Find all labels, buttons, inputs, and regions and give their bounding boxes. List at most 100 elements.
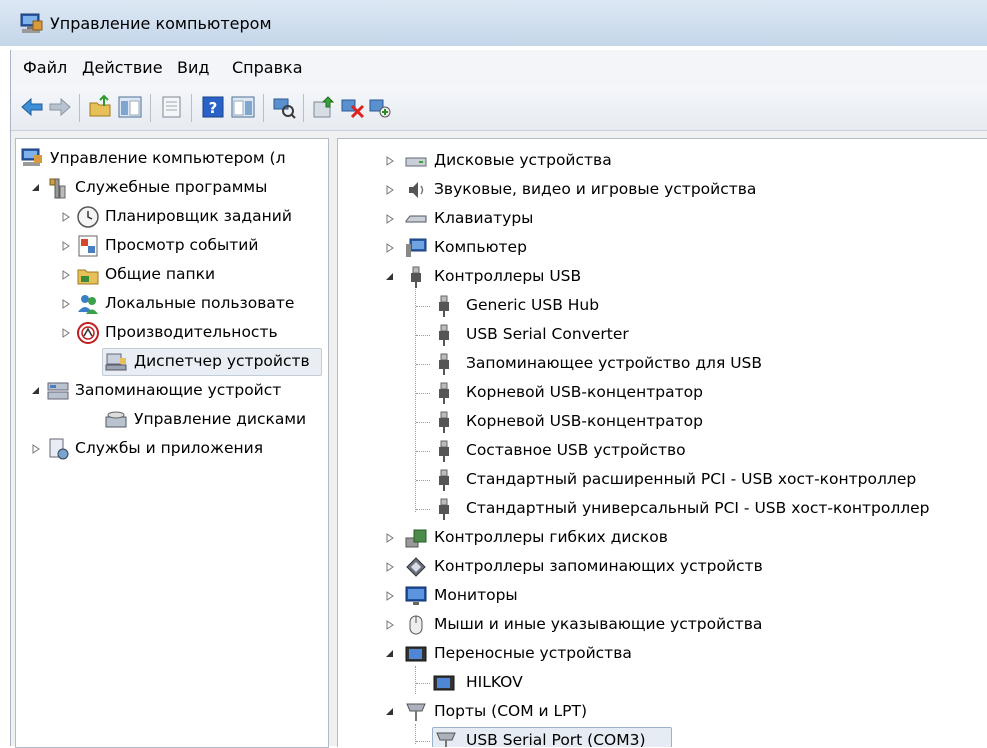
tree-connector [416, 306, 430, 307]
toolbar-separator [303, 94, 304, 122]
collapsed-triangle-icon[interactable] [60, 298, 72, 310]
device-label: Generic USB Hub [466, 296, 600, 314]
device-usb-composite[interactable]: Составное USB устройство [416, 437, 978, 465]
toolbar: ? [11, 86, 987, 131]
collapsed-triangle-icon[interactable] [384, 213, 396, 225]
device-usb-ehci-controller[interactable]: Стандартный расширенный PCI - USB хост-к… [416, 466, 978, 494]
collapsed-triangle-icon[interactable] [384, 561, 396, 573]
tree-root-label: Управление компьютером (л [50, 149, 286, 167]
tree-connector [415, 666, 416, 694]
device-usb-mass-storage[interactable]: Запоминающее устройство для USB [416, 350, 978, 378]
tree-item-shared-folders[interactable]: Общие папки [60, 261, 322, 289]
tree-item-task-scheduler[interactable]: Планировщик заданий [60, 203, 322, 231]
device-label: USB Serial Port (COM3) [466, 731, 646, 747]
disk-drive-icon [405, 157, 427, 167]
tree-connector [416, 480, 430, 481]
device-portable-hilkov[interactable]: HILKOV [416, 669, 818, 697]
floppy-controller-icon [405, 529, 427, 548]
device-usb-uhci-controller[interactable]: Стандартный универсальный PCI - USB хост… [416, 495, 978, 523]
back-arrow-icon[interactable] [19, 94, 45, 120]
tree-item-services-apps[interactable]: Службы и приложения [30, 435, 322, 463]
device-usb-root-hub[interactable]: Корневой USB-концентратор [416, 379, 978, 407]
device-category-monitors[interactable]: Мониторы [384, 582, 984, 610]
tree-item-label: Службы и приложения [75, 439, 264, 457]
collapsed-triangle-icon[interactable] [30, 443, 42, 455]
collapsed-triangle-icon[interactable] [60, 269, 72, 281]
menu-help[interactable]: Справка [232, 58, 303, 77]
tree-item-disk-management[interactable]: Управление дисками [60, 406, 322, 434]
toolbar-separator [263, 94, 264, 122]
tree-item-label: Планировщик заданий [105, 207, 292, 225]
portable-device-icon [405, 646, 427, 662]
monitor-icon [405, 586, 427, 605]
usb-plug-icon [439, 382, 449, 404]
collapsed-triangle-icon[interactable] [384, 590, 396, 602]
device-label: Клавиатуры [434, 209, 534, 227]
help-icon[interactable]: ? [200, 94, 226, 120]
tree-item-label: Общие папки [105, 265, 216, 283]
tree-item-system-tools[interactable]: Служебные программы [30, 174, 320, 202]
tree-root[interactable]: Управление компьютером (л [20, 145, 320, 173]
device-usb-generic-hub[interactable]: Generic USB Hub [416, 292, 978, 320]
device-category-sound[interactable]: Звуковые, видео и игровые устройства [384, 176, 984, 204]
device-tree[interactable]: Дисковые устройства Звуковые, видео и иг… [337, 138, 987, 747]
tree-item-label: Просмотр событий [105, 236, 259, 254]
device-category-keyboards[interactable]: Клавиатуры [384, 205, 984, 233]
expanded-triangle-icon[interactable] [30, 182, 42, 194]
expanded-triangle-icon[interactable] [30, 385, 42, 397]
enable-device-icon[interactable] [367, 94, 393, 120]
console-tree[interactable]: Управление компьютером (л Служебные прог… [15, 138, 329, 748]
menu-file[interactable]: Файл [23, 58, 67, 77]
tree-item-local-users[interactable]: Локальные пользовате [60, 290, 322, 318]
device-label: Дисковые устройства [434, 151, 612, 169]
up-folder-icon[interactable] [87, 94, 113, 120]
menu-action[interactable]: Действие [82, 58, 163, 77]
device-label: HILKOV [466, 673, 523, 691]
forward-arrow-icon[interactable] [47, 94, 73, 120]
device-category-ports[interactable]: Порты (COM и LPT) [384, 698, 984, 726]
tree-item-device-manager[interactable]: Диспетчер устройств [60, 348, 322, 376]
clock-icon [77, 206, 99, 228]
collapsed-triangle-icon[interactable] [384, 619, 396, 631]
collapsed-triangle-icon[interactable] [60, 211, 72, 223]
device-manager-icon [105, 353, 127, 371]
show-action-pane-icon[interactable] [230, 94, 256, 120]
tree-item-storage[interactable]: Запоминающие устройст [30, 377, 322, 405]
collapsed-triangle-icon[interactable] [384, 155, 396, 167]
device-category-usb[interactable]: Контроллеры USB [384, 263, 984, 291]
device-category-computer[interactable]: Компьютер [384, 234, 984, 262]
uninstall-device-icon[interactable] [339, 94, 365, 120]
usb-plug-icon [439, 498, 449, 520]
usb-plug-icon [439, 411, 449, 433]
expanded-triangle-icon[interactable] [384, 706, 396, 718]
properties-icon[interactable] [159, 94, 185, 120]
update-driver-icon[interactable] [311, 94, 337, 120]
device-category-portable[interactable]: Переносные устройства [384, 640, 984, 668]
scan-hardware-icon[interactable] [271, 94, 297, 120]
device-category-disks[interactable]: Дисковые устройства [384, 147, 984, 175]
tree-item-label: Служебные программы [75, 178, 268, 196]
device-usb-serial-converter[interactable]: USB Serial Converter [416, 321, 978, 349]
port-icon [406, 703, 426, 721]
usb-plug-icon [439, 469, 449, 491]
device-category-mice[interactable]: Мыши и иные указывающие устройства [384, 611, 984, 639]
tree-item-event-viewer[interactable]: Просмотр событий [60, 232, 322, 260]
expanded-triangle-icon[interactable] [384, 648, 396, 660]
collapsed-triangle-icon[interactable] [384, 242, 396, 254]
device-ports-usb-serial[interactable]: USB Serial Port (COM3) [416, 727, 818, 747]
usb-plug-icon [439, 440, 449, 462]
collapsed-triangle-icon[interactable] [384, 532, 396, 544]
menu-view[interactable]: Вид [177, 58, 209, 77]
device-usb-root-hub[interactable]: Корневой USB-концентратор [416, 408, 978, 436]
show-hide-tree-icon[interactable] [117, 94, 143, 120]
device-label: Стандартный универсальный PCI - USB хост… [466, 499, 930, 517]
device-category-storage-controllers[interactable]: Контроллеры запоминающих устройств [384, 553, 984, 581]
collapsed-triangle-icon[interactable] [60, 327, 72, 339]
device-category-floppy[interactable]: Контроллеры гибких дисков [384, 524, 984, 552]
collapsed-triangle-icon[interactable] [384, 184, 396, 196]
expanded-triangle-icon[interactable] [384, 271, 396, 283]
tree-connector [416, 393, 430, 394]
collapsed-triangle-icon[interactable] [60, 240, 72, 252]
storage-icon [47, 382, 69, 400]
tree-item-performance[interactable]: Производительность [60, 319, 322, 347]
